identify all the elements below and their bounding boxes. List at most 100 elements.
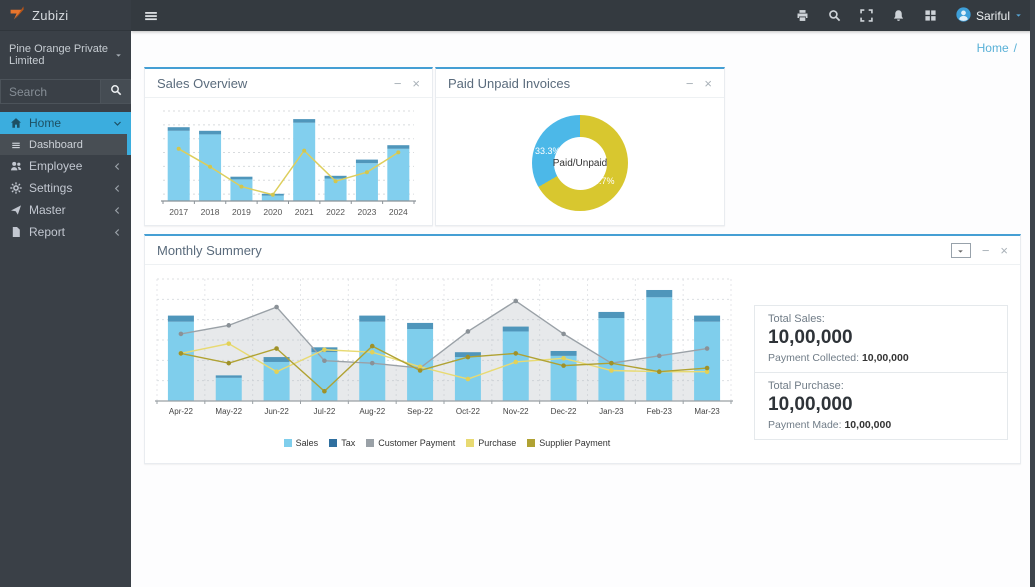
sidebar-item-settings[interactable]: Settings	[0, 177, 131, 199]
zubizi-logo-icon	[9, 5, 25, 26]
sidebar-item-home[interactable]: Home	[0, 112, 131, 134]
paid-unpaid-card: Paid Unpaid Invoices − × 33.3% 66.7% Pai…	[435, 67, 725, 226]
chevron-left-icon	[113, 206, 122, 215]
search-input[interactable]	[0, 79, 100, 104]
sidebar-item-label: Home	[29, 116, 61, 130]
svg-text:Jan-23: Jan-23	[599, 407, 624, 416]
breadcrumb-separator: /	[1014, 41, 1017, 55]
legend-item-supplier-payment[interactable]: Supplier Payment	[527, 438, 610, 448]
legend-item-sales[interactable]: Sales	[284, 438, 319, 448]
monthly-summary-header: Monthly Summery − ×	[145, 236, 1020, 265]
minimize-button[interactable]: −	[686, 77, 694, 90]
chevron-down-icon	[113, 119, 122, 128]
svg-text:2022: 2022	[326, 207, 345, 217]
send-icon	[9, 204, 22, 216]
sidebar-item-employee[interactable]: Employee	[0, 155, 131, 177]
monthly-summary-card: Monthly Summery − × Apr-22May-22Jun-22Ju…	[144, 234, 1021, 464]
sidebar-menu: Home Dashboard Employee Settings Master Repor…	[0, 112, 131, 243]
legend-item-purchase[interactable]: Purchase	[466, 438, 516, 448]
user-name: Sariful	[976, 9, 1010, 23]
sidebar-item-report[interactable]: Report	[0, 221, 131, 243]
sidebar-item-label: Dashboard	[29, 139, 83, 151]
chevron-left-icon	[113, 228, 122, 237]
close-button[interactable]: ×	[1000, 244, 1008, 257]
user-menu[interactable]: Sariful	[956, 7, 1022, 25]
sidebar-item-dashboard[interactable]: Dashboard	[0, 134, 127, 155]
legend-swatch	[284, 439, 292, 447]
svg-text:2017: 2017	[169, 207, 188, 217]
donut-center-label: Paid/Unpaid	[553, 158, 607, 169]
file-icon	[9, 226, 22, 238]
search-icon	[110, 84, 122, 99]
svg-text:Oct-22: Oct-22	[456, 407, 481, 416]
main-content: Home / Sales Overview − × 20172018201920…	[131, 31, 1035, 587]
close-button[interactable]: ×	[412, 77, 420, 90]
legend-swatch	[329, 439, 337, 447]
hamburger-icon[interactable]	[131, 9, 171, 23]
sidebar-item-label: Settings	[29, 181, 72, 195]
monthly-summary-chart: Apr-22May-22Jun-22Jul-22Aug-22Sep-22Oct-…	[153, 273, 741, 448]
caret-down-icon	[957, 243, 964, 258]
sales-overview-chart: 20172018201920202021202220232024	[145, 98, 432, 230]
grid-icon[interactable]	[924, 9, 937, 22]
bell-icon[interactable]	[892, 9, 905, 22]
total-purchase-label: Total Purchase:	[768, 380, 994, 392]
bars-icon	[9, 140, 22, 150]
caret-down-icon	[1015, 12, 1022, 19]
svg-text:Aug-22: Aug-22	[359, 407, 385, 416]
svg-text:May-22: May-22	[215, 407, 242, 416]
chevron-left-icon	[113, 184, 122, 193]
svg-text:2023: 2023	[357, 207, 376, 217]
users-icon	[9, 160, 22, 172]
search-button[interactable]	[100, 79, 131, 104]
search-icon[interactable]	[828, 9, 841, 22]
sidebar-item-label: Master	[29, 203, 66, 217]
svg-text:2021: 2021	[295, 207, 314, 217]
legend-label: Sales	[296, 438, 319, 448]
legend-label: Tax	[341, 438, 355, 448]
total-purchase-value: 10,00,000	[768, 394, 994, 416]
svg-text:2019: 2019	[232, 207, 251, 217]
monthly-summary-svg: Apr-22May-22Jun-22Jul-22Aug-22Sep-22Oct-…	[153, 273, 741, 431]
sidebar-item-label: Employee	[29, 159, 82, 173]
payment-made: Payment Made: 10,00,000	[768, 419, 994, 431]
monthly-summary-title: Monthly Summery	[157, 243, 262, 258]
svg-text:2020: 2020	[263, 207, 282, 217]
summary-panel: Total Sales: 10,00,000 Payment Collected…	[754, 305, 1008, 448]
donut-chart: 33.3% 66.7% Paid/Unpaid	[532, 115, 628, 211]
sales-overview-svg: 20172018201920202021202220232024	[157, 101, 420, 225]
sidebar-item-master[interactable]: Master	[0, 199, 131, 221]
donut-hole: Paid/Unpaid	[554, 137, 607, 190]
chart-options-select[interactable]	[951, 243, 971, 258]
paid-unpaid-title: Paid Unpaid Invoices	[448, 76, 570, 91]
minimize-button[interactable]: −	[982, 244, 990, 257]
close-button[interactable]: ×	[704, 77, 712, 90]
logo[interactable]: Zubizi	[0, 0, 131, 31]
chevron-left-icon	[113, 162, 122, 171]
monthly-summary-body: Apr-22May-22Jun-22Jul-22Aug-22Sep-22Oct-…	[145, 265, 1020, 448]
total-purchase-box: Total Purchase: 10,00,000 Payment Made: …	[754, 372, 1008, 440]
total-sales-value: 10,00,000	[768, 327, 994, 349]
svg-text:Nov-22: Nov-22	[503, 407, 529, 416]
sales-overview-title: Sales Overview	[157, 76, 247, 91]
legend-item-tax[interactable]: Tax	[329, 438, 355, 448]
fullscreen-icon[interactable]	[860, 9, 873, 22]
scrollbar-track[interactable]	[1030, 0, 1035, 587]
minimize-button[interactable]: −	[394, 77, 402, 90]
paid-unpaid-header: Paid Unpaid Invoices − ×	[436, 69, 724, 98]
total-sales-box: Total Sales: 10,00,000 Payment Collected…	[754, 305, 1008, 373]
legend-swatch	[366, 439, 374, 447]
svg-text:Jun-22: Jun-22	[264, 407, 289, 416]
svg-text:Feb-23: Feb-23	[647, 407, 673, 416]
gear-icon	[9, 182, 22, 194]
company-selector[interactable]: Pine Orange Private Limited	[0, 31, 131, 71]
print-icon[interactable]	[796, 9, 809, 22]
caret-down-icon	[115, 52, 122, 59]
top-navbar: Sariful	[131, 0, 1035, 31]
company-name: Pine Orange Private Limited	[9, 43, 111, 67]
app-name: Zubizi	[32, 8, 68, 23]
svg-text:Apr-22: Apr-22	[169, 407, 194, 416]
legend-item-customer-payment[interactable]: Customer Payment	[366, 438, 455, 448]
sidebar-item-label: Report	[29, 225, 65, 239]
breadcrumb-home-link[interactable]: Home	[977, 41, 1009, 55]
